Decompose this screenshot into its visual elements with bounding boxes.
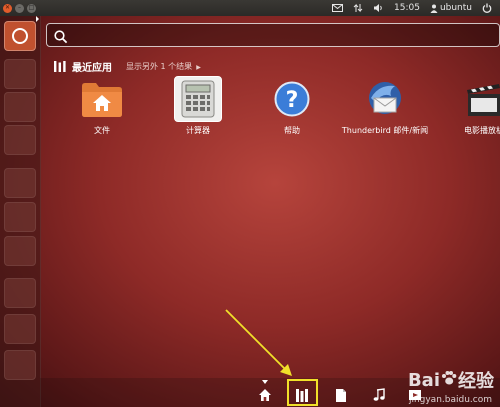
home-lens-icon[interactable] [258,387,272,401]
app-tile-files[interactable]: 文件 [62,76,142,136]
launcher-item-calc[interactable] [4,168,36,198]
mail-icon[interactable] [332,4,343,12]
watermark-brand: Bai [407,369,440,391]
close-window-button[interactable]: ✕ [3,3,12,13]
search-input[interactable] [71,27,495,45]
baidu-watermark: Bai 经验 [408,367,494,393]
app-label: Thunderbird 邮件/新闻 [341,126,429,135]
files-lens-icon[interactable] [334,387,348,402]
network-icon[interactable] [353,3,363,13]
panel-indicators: 15:05 ubuntu [332,3,500,13]
app-label: 文件 [94,126,110,135]
user-name: ubuntu [439,3,472,13]
chevron-right-icon: ▶ [196,64,201,71]
launcher-item-settings[interactable] [4,314,36,344]
ubuntu-logo-icon [12,28,28,44]
app-label: 帮助 [284,126,300,135]
minimize-window-button[interactable]: – [15,3,24,13]
app-tile-calculator[interactable]: 计算器 [158,76,238,136]
maximize-window-button[interactable]: □ [27,3,36,13]
launcher-item-browser[interactable] [4,92,36,122]
music-lens-icon[interactable] [372,387,386,401]
launcher-item-files[interactable] [4,59,36,89]
top-panel: ✕ – □ 15:05 ubuntu [0,0,500,16]
svg-text:?: ? [286,88,299,113]
watermark-suffix: 经验 [458,371,494,392]
applications-lens-highlight [287,379,318,406]
calculator-icon [174,76,222,122]
applications-category-icon [54,57,66,76]
show-more-results-link[interactable]: 显示另外 1 个结果 ▶ [126,61,201,72]
watermark-url: jingyan.baidu.com [408,395,492,405]
dash-home-button[interactable] [4,21,36,51]
launcher-item-workspaces[interactable] [4,350,36,380]
folder-home-icon [78,76,126,122]
search-icon [54,29,68,48]
app-tile-thunderbird[interactable]: Thunderbird 邮件/新闻 [341,76,429,136]
recent-apps-header: 最近应用 显示另外 1 个结果 ▶ [54,57,201,76]
clock-time[interactable]: 15:05 [394,3,420,13]
launcher-item-ubuntu-one[interactable] [4,278,36,308]
dash-active-arrow [36,16,39,22]
recent-apps-title: 最近应用 [72,63,112,74]
app-tile-help[interactable]: ? 帮助 [252,76,332,136]
user-icon [430,4,438,13]
user-menu[interactable]: ubuntu [430,3,472,13]
annotation-arrow [225,309,292,376]
app-label: 电影播放机 [464,126,500,135]
launcher-item-software-center[interactable] [4,236,36,266]
search-box[interactable] [46,23,500,47]
app-tile-movie-player[interactable]: 电影播放机 [444,76,500,136]
launcher [0,16,41,407]
launcher-item-writer[interactable] [4,125,36,155]
sound-icon[interactable] [373,3,384,13]
app-label: 计算器 [186,126,210,135]
thunderbird-icon [361,76,409,122]
movie-player-icon [460,76,500,122]
paw-icon [441,370,457,391]
power-icon[interactable] [482,3,492,13]
launcher-item-impress[interactable] [4,202,36,232]
help-icon: ? [268,76,316,122]
active-lens-indicator [262,380,268,384]
window-controls: ✕ – □ [3,3,36,13]
show-more-results-label: 显示另外 1 个结果 [126,62,193,71]
